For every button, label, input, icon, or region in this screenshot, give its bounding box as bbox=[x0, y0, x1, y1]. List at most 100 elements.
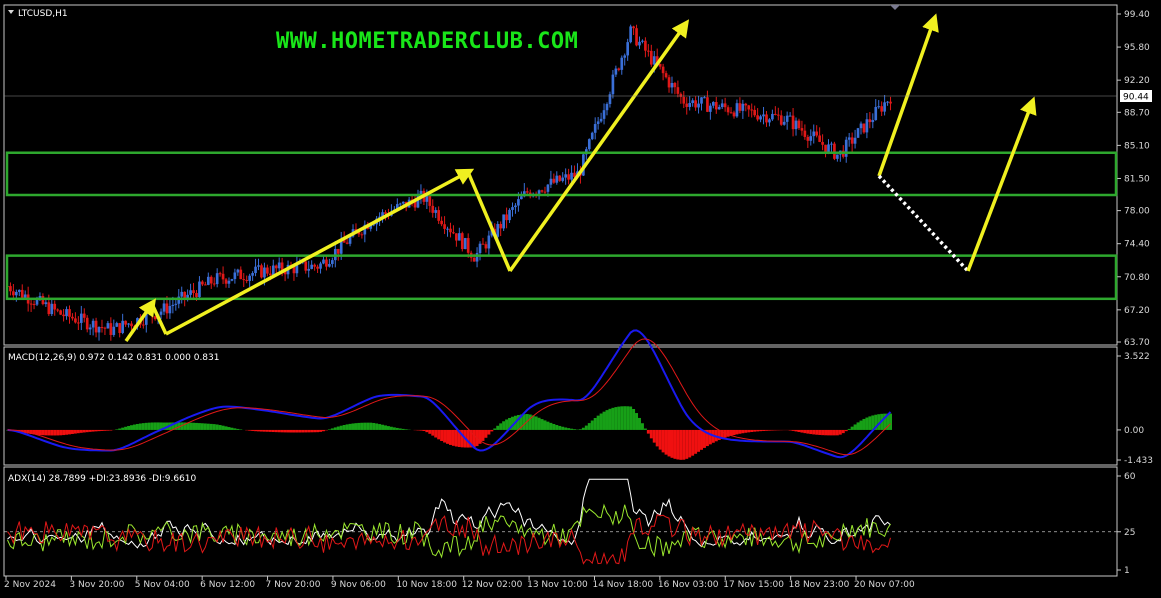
macd-histogram-bar bbox=[626, 406, 630, 430]
time-tick-label: 12 Nov 02:00 bbox=[462, 580, 523, 590]
candle-body bbox=[827, 144, 830, 153]
macd-histogram-bar bbox=[832, 429, 836, 436]
candle-body bbox=[815, 131, 819, 136]
candle-body bbox=[711, 102, 715, 106]
macd-histogram-bar bbox=[62, 429, 66, 436]
macd-histogram-bar bbox=[871, 415, 875, 430]
macd-histogram-bar bbox=[640, 423, 644, 430]
candle-body bbox=[644, 40, 647, 51]
candle-body bbox=[94, 320, 98, 333]
macd-histogram-bar bbox=[726, 429, 730, 437]
candle-body bbox=[9, 286, 12, 292]
candle-body bbox=[82, 313, 86, 318]
candle-body bbox=[647, 50, 650, 52]
macd-histogram-bar bbox=[534, 416, 538, 430]
macd-histogram-bar bbox=[378, 424, 382, 430]
macd-histogram-bar bbox=[454, 429, 458, 447]
candle-body bbox=[168, 306, 172, 314]
candle-body bbox=[32, 304, 36, 306]
time-tick-label: 18 Nov 23:00 bbox=[789, 580, 850, 590]
macd-histogram-bar bbox=[425, 429, 429, 433]
macd-histogram-bar bbox=[271, 429, 275, 433]
macd-histogram-bar bbox=[797, 429, 801, 433]
macd-histogram-bar bbox=[283, 429, 287, 433]
candle-body bbox=[850, 137, 854, 144]
macd-histogram-bar bbox=[257, 429, 260, 432]
candle-body bbox=[865, 119, 869, 133]
macd-histogram-bar bbox=[56, 429, 60, 436]
candle-body bbox=[127, 323, 130, 325]
candle-body bbox=[593, 124, 597, 133]
candle-body bbox=[871, 120, 875, 123]
candle-body bbox=[124, 320, 127, 325]
symbol-title: LTCUSD,H1 bbox=[18, 9, 68, 19]
candle-body bbox=[174, 303, 178, 305]
candle-body bbox=[204, 284, 207, 286]
candle-body bbox=[112, 326, 116, 335]
candle-body bbox=[762, 114, 765, 117]
candle-body bbox=[106, 323, 110, 329]
candle-body bbox=[664, 73, 668, 78]
macd-tick-label: 3.522 bbox=[1124, 352, 1150, 362]
macd-histogram-bar bbox=[599, 413, 603, 430]
candle-body bbox=[868, 119, 872, 123]
macd-histogram-bar bbox=[856, 422, 860, 430]
candle-body bbox=[744, 103, 748, 106]
candle-body bbox=[85, 317, 89, 330]
macd-histogram-bar bbox=[617, 406, 621, 430]
macd-histogram-bar bbox=[345, 424, 349, 430]
candle-body bbox=[201, 281, 204, 285]
macd-histogram-bar bbox=[658, 429, 662, 450]
candle-body bbox=[889, 101, 892, 104]
candle-body bbox=[797, 120, 801, 129]
candle-body bbox=[428, 195, 432, 206]
time-tick-label: 13 Nov 10:00 bbox=[527, 580, 588, 590]
candle-body bbox=[774, 113, 777, 115]
candle-body bbox=[62, 314, 65, 317]
candle-body bbox=[697, 103, 700, 108]
candle-body bbox=[440, 220, 443, 225]
macd-histogram-bar bbox=[289, 429, 293, 433]
candle-body bbox=[248, 275, 251, 281]
candle-body bbox=[558, 175, 562, 181]
candle-body bbox=[552, 178, 556, 183]
candle-body bbox=[230, 279, 234, 281]
macd-histogram-bar bbox=[611, 407, 615, 430]
macd-histogram-bar bbox=[221, 425, 225, 430]
candle-body bbox=[77, 322, 80, 324]
price-tick-label: 67.20 bbox=[1124, 306, 1150, 316]
candle-body bbox=[97, 326, 101, 333]
macd-histogram-bar bbox=[767, 429, 771, 431]
macd-histogram-bar bbox=[581, 427, 585, 430]
candle-body bbox=[236, 269, 240, 273]
candle-body bbox=[596, 121, 600, 125]
candle-body bbox=[540, 190, 544, 192]
macd-histogram-bar bbox=[632, 409, 636, 430]
candle-body bbox=[242, 279, 246, 281]
macd-histogram-bar bbox=[82, 429, 86, 433]
candle-body bbox=[812, 131, 816, 137]
candle-body bbox=[304, 261, 308, 271]
candle-body bbox=[794, 120, 798, 130]
candle-body bbox=[833, 143, 836, 159]
candle-body bbox=[263, 267, 266, 278]
macd-histogram-bar bbox=[375, 423, 379, 430]
price-tick-label: 70.80 bbox=[1124, 273, 1150, 283]
candle-body bbox=[398, 203, 402, 205]
candle-body bbox=[747, 105, 751, 110]
macd-histogram-bar bbox=[578, 429, 582, 430]
macd-histogram-bar bbox=[847, 428, 851, 430]
macd-histogram-bar bbox=[236, 428, 240, 430]
macd-histogram-bar bbox=[446, 429, 449, 444]
macd-histogram-bar bbox=[862, 418, 866, 430]
price-tick-label: 88.70 bbox=[1124, 108, 1150, 118]
macd-histogram-bar bbox=[203, 423, 207, 430]
candle-body bbox=[437, 210, 440, 221]
candle-body bbox=[641, 40, 644, 42]
candle-body bbox=[800, 128, 804, 131]
trading-chart[interactable]: 99.40 95.80 92.20 88.70 85.10 81.50 78.00 74.40… bbox=[0, 0, 1161, 598]
candle-body bbox=[336, 248, 340, 254]
candle-body bbox=[886, 101, 889, 103]
candle-body bbox=[720, 103, 724, 107]
time-tick-label: 7 Nov 20:00 bbox=[266, 580, 321, 590]
